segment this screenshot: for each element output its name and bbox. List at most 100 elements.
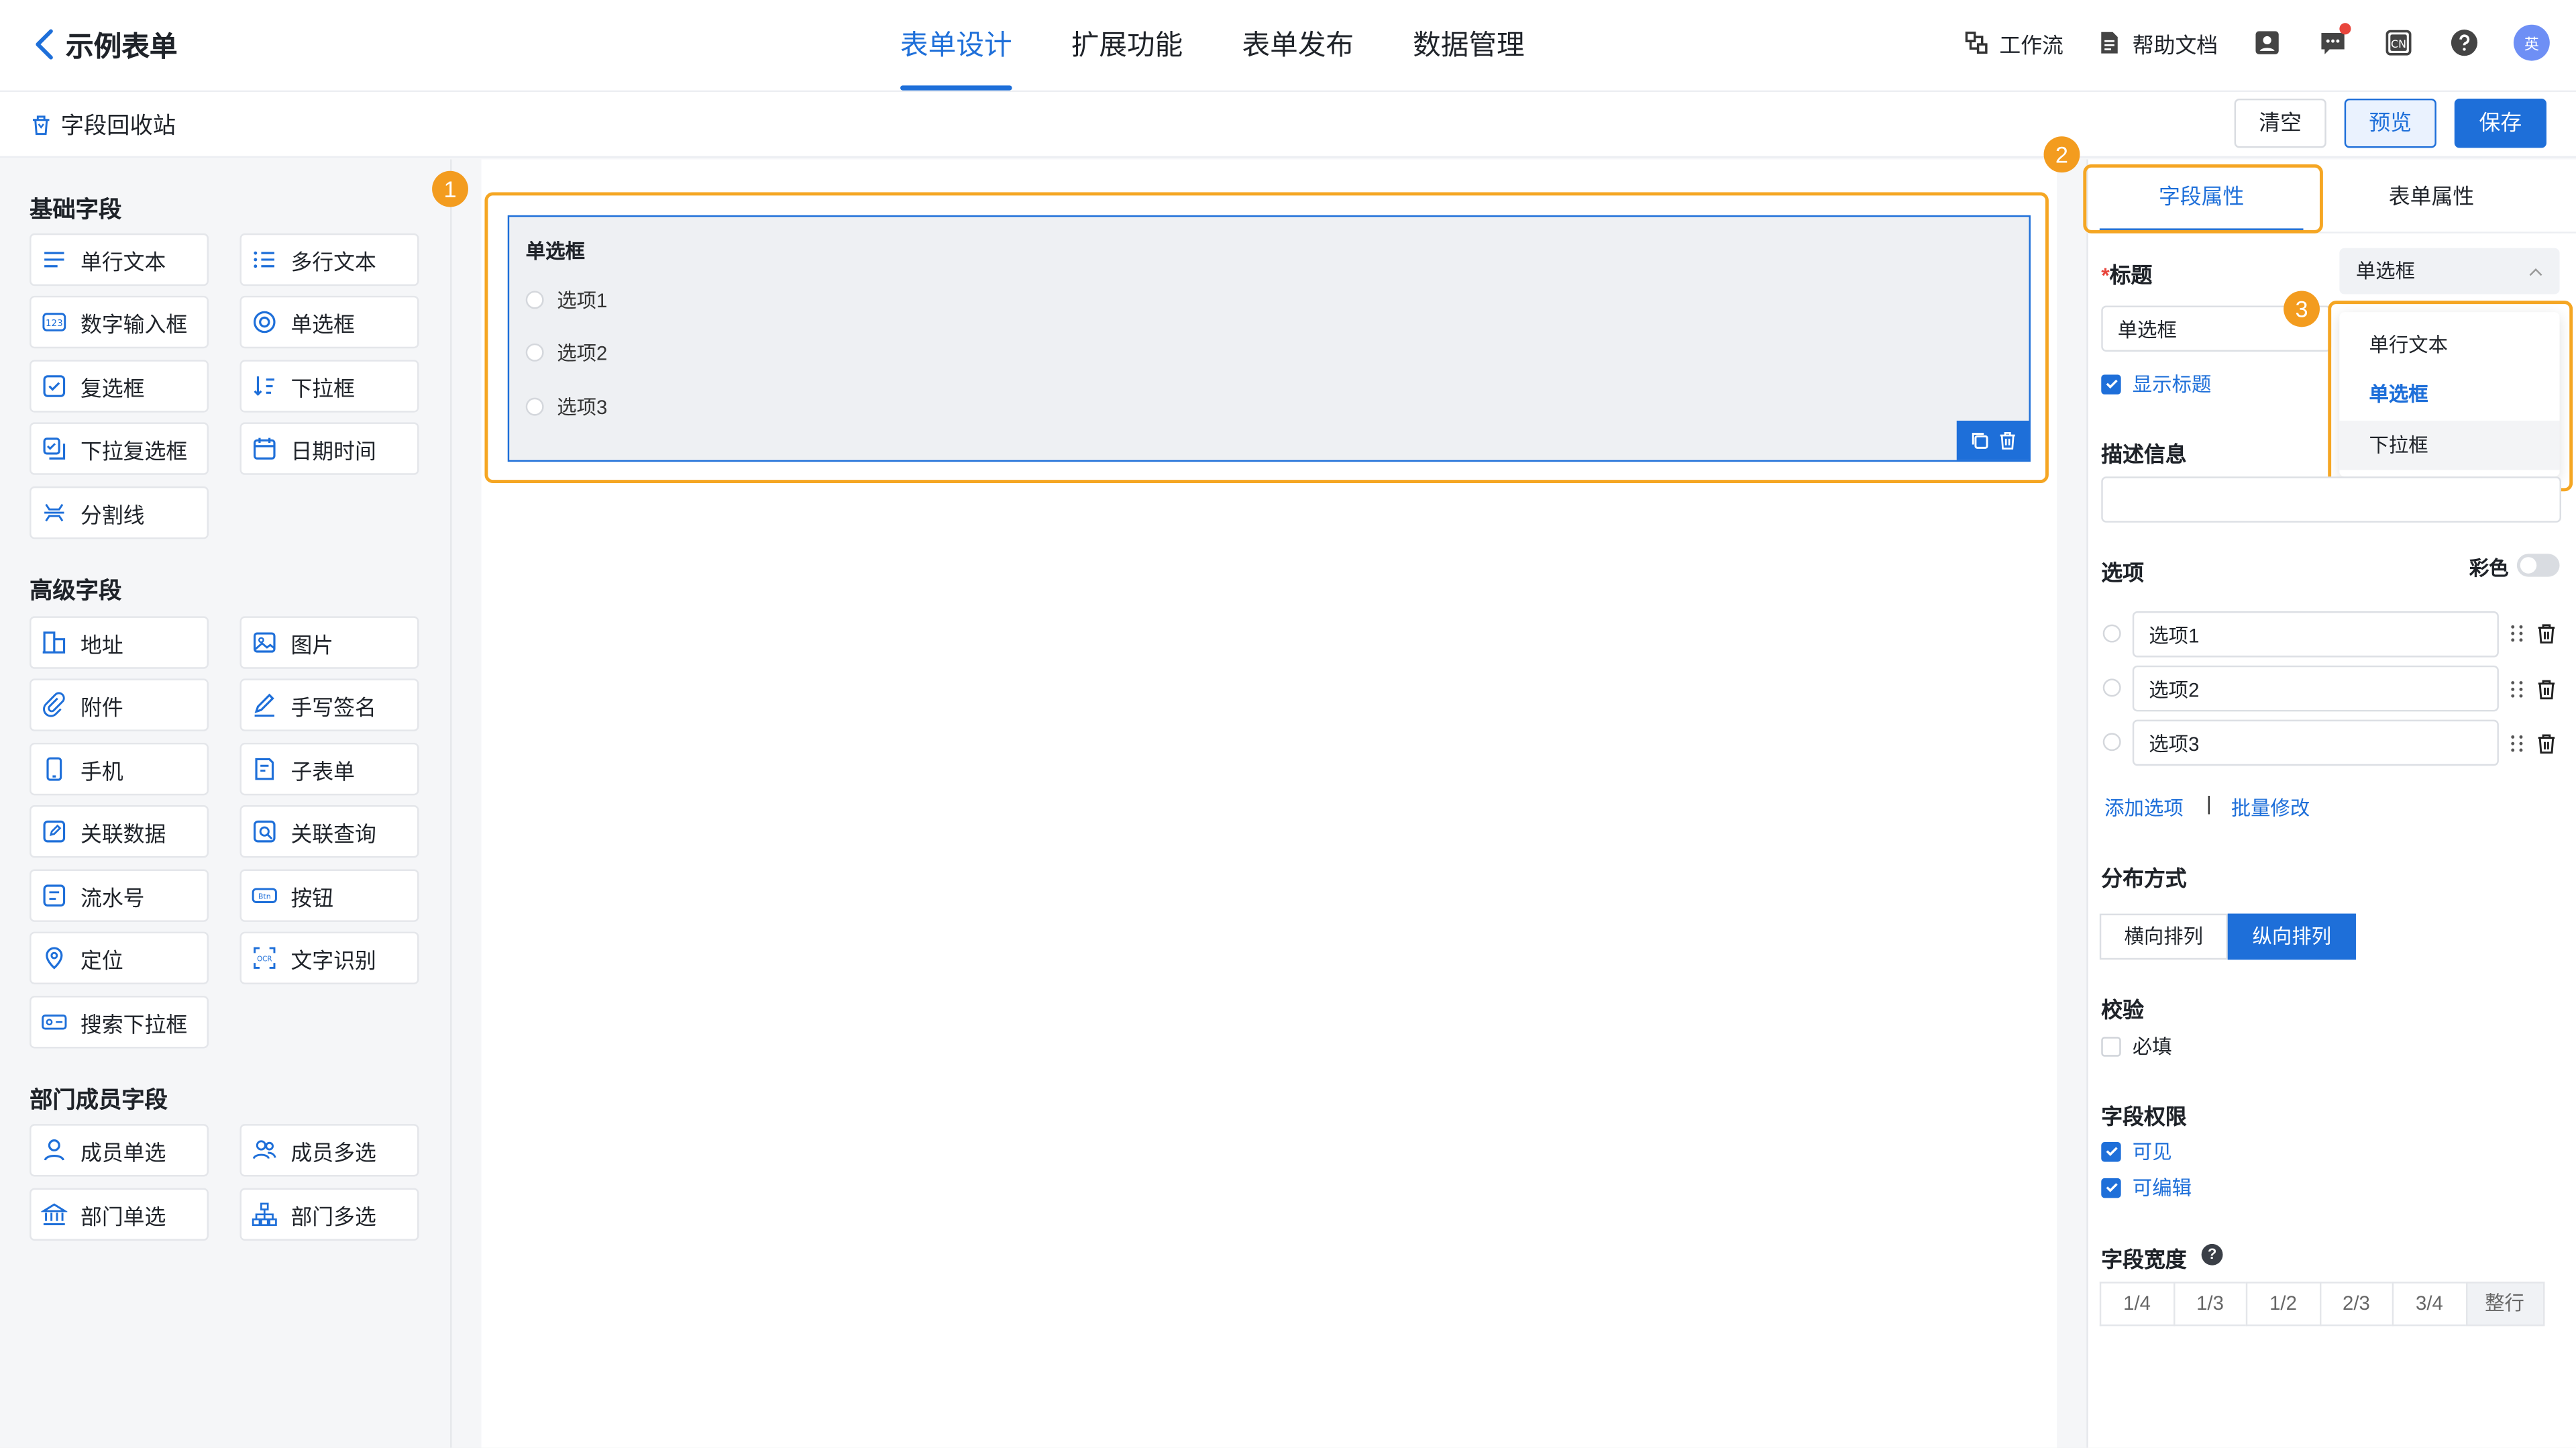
palette-item-linked-query[interactable]: 关联查询 xyxy=(239,805,419,858)
user-avatar[interactable]: 英 xyxy=(2513,24,2550,61)
palette-item-member-single[interactable]: 成员单选 xyxy=(30,1124,209,1177)
trash-icon[interactable] xyxy=(2536,623,2556,644)
palette-item-ocr[interactable]: OCR 文字识别 xyxy=(239,931,419,984)
recycle-label: 字段回收站 xyxy=(60,111,176,138)
option-tools-1 xyxy=(2507,623,2556,644)
linked-search-icon xyxy=(254,820,276,843)
palette-item-search-dropdown[interactable]: 搜索下拉框 xyxy=(30,996,209,1049)
option-input-2[interactable] xyxy=(2132,665,2499,712)
option-radio-2 xyxy=(2102,678,2121,697)
width-option-1-4[interactable]: 1/4 xyxy=(2099,1282,2173,1327)
back-button[interactable]: 示例表单 xyxy=(33,23,177,64)
svg-text:Btn: Btn xyxy=(258,892,271,901)
workflow-link[interactable]: 工作流 xyxy=(1963,27,2063,58)
language-button[interactable]: CN xyxy=(2382,26,2415,59)
preview-button[interactable]: 预览 xyxy=(2344,98,2436,148)
canvas-option-1[interactable]: 选项1 xyxy=(525,286,607,314)
width-option-1-2[interactable]: 1/2 xyxy=(2245,1282,2319,1327)
palette-item-number-input[interactable]: 123 数字输入框 xyxy=(30,295,209,349)
tab-form-properties[interactable]: 表单属性 xyxy=(2316,162,2546,231)
clear-button[interactable]: 清空 xyxy=(2234,98,2326,148)
canvas-option-label: 选项3 xyxy=(557,396,608,419)
checkbox-icon xyxy=(43,375,66,397)
title-label: *标题 xyxy=(2101,258,2152,289)
drag-handle-icon[interactable] xyxy=(2507,678,2526,700)
layout-segmented: 横向排列 纵向排列 xyxy=(2099,913,2356,960)
width-option-1-3[interactable]: 1/3 xyxy=(2172,1282,2246,1327)
drag-handle-icon[interactable] xyxy=(2507,623,2526,644)
width-option-2-3[interactable]: 2/3 xyxy=(2318,1282,2392,1327)
palette-item-member-multi[interactable]: 成员多选 xyxy=(239,1124,419,1177)
field-palette xyxy=(0,159,452,1448)
trash-icon[interactable] xyxy=(2536,733,2556,754)
palette-item-label: 下拉框 xyxy=(290,375,356,401)
tab-extensions[interactable]: 扩展功能 xyxy=(1071,0,1183,92)
canvas-option-3[interactable]: 选项3 xyxy=(525,393,608,421)
palette-item-single-line-text[interactable]: 单行文本 xyxy=(30,233,209,287)
palette-item-linked-data[interactable]: 关联数据 xyxy=(30,805,209,858)
width-option-full[interactable]: 整行 xyxy=(2465,1282,2544,1327)
copy-icon[interactable] xyxy=(1969,431,1988,450)
palette-item-dept-multi[interactable]: 部门多选 xyxy=(239,1188,419,1241)
palette-item-location[interactable]: 定位 xyxy=(30,931,209,984)
palette-item-serial-number[interactable]: 流水号 xyxy=(30,869,209,922)
visible-label: 可见 xyxy=(2132,1140,2172,1163)
selected-field-card[interactable]: 单选框 选项1 选项2 选项3 xyxy=(507,215,2031,462)
width-option-3-4[interactable]: 3/4 xyxy=(2392,1282,2465,1327)
help-icon[interactable]: ? xyxy=(2201,1243,2223,1265)
palette-item-datetime[interactable]: 日期时间 xyxy=(239,422,419,475)
palette-item-address[interactable]: 地址 xyxy=(30,616,209,669)
show-title-checkbox[interactable]: 显示标题 xyxy=(2101,370,2211,398)
messages-button[interactable] xyxy=(2316,23,2351,59)
palette-item-label: 按钮 xyxy=(290,884,334,910)
option-input-3[interactable] xyxy=(2132,719,2499,766)
required-star: * xyxy=(2101,262,2110,288)
workflow-label: 工作流 xyxy=(1999,32,2063,57)
option-input-1[interactable] xyxy=(2132,611,2499,658)
palette-item-label: 关联数据 xyxy=(80,821,166,846)
help-docs-link[interactable]: 帮助文档 xyxy=(2096,27,2218,58)
required-checkbox[interactable]: 必填 xyxy=(2101,1032,2172,1060)
editable-checkbox[interactable]: 可编辑 xyxy=(2101,1174,2192,1202)
contacts-button[interactable] xyxy=(2251,26,2284,59)
description-input[interactable] xyxy=(2101,476,2561,523)
palette-item-attachment[interactable]: 附件 xyxy=(30,678,209,731)
field-recycle-bin[interactable]: 字段回收站 xyxy=(30,109,176,142)
palette-item-dropdown-multi[interactable]: 下拉复选框 xyxy=(30,422,209,475)
colorful-toggle[interactable] xyxy=(2516,554,2560,577)
tab-form-design[interactable]: 表单设计 xyxy=(900,0,1012,92)
member-fields-title: 部门成员字段 xyxy=(30,1086,168,1113)
palette-item-button[interactable]: Btn 按钮 xyxy=(239,869,419,922)
palette-item-multi-line-text[interactable]: 多行文本 xyxy=(239,233,419,287)
palette-item-dept-single[interactable]: 部门单选 xyxy=(30,1188,209,1241)
layout-vertical-button[interactable]: 纵向排列 xyxy=(2227,913,2356,960)
palette-item-subform[interactable]: 子表单 xyxy=(239,742,419,796)
palette-item-signature[interactable]: 手写签名 xyxy=(239,678,419,731)
palette-item-radio[interactable]: 单选框 xyxy=(239,295,419,349)
layout-horizontal-button[interactable]: 横向排列 xyxy=(2099,913,2228,960)
batch-edit-link[interactable]: 批量修改 xyxy=(2231,794,2310,822)
tab-data-management[interactable]: 数据管理 xyxy=(1413,0,1525,92)
palette-item-checkbox[interactable]: 复选框 xyxy=(30,360,209,413)
help-button[interactable] xyxy=(2448,26,2481,59)
palette-item-dropdown[interactable]: 下拉框 xyxy=(239,360,419,413)
palette-item-image[interactable]: 图片 xyxy=(239,616,419,669)
visible-checkbox[interactable]: 可见 xyxy=(2101,1137,2172,1166)
palette-item-divider[interactable]: 分割线 xyxy=(30,486,209,539)
drag-handle-icon[interactable] xyxy=(2507,733,2526,754)
trash-icon[interactable] xyxy=(1997,431,2017,450)
trash-icon[interactable] xyxy=(2536,678,2556,700)
palette-item-label: 图片 xyxy=(290,631,334,657)
users-icon xyxy=(252,1140,276,1159)
palette-item-phone[interactable]: 手机 xyxy=(30,742,209,796)
field-type-select[interactable]: 单选框 xyxy=(2339,248,2560,295)
field-width-label: 字段宽度 xyxy=(2101,1247,2187,1272)
layout-label: 分布方式 xyxy=(2101,866,2187,891)
save-button[interactable]: 保存 xyxy=(2454,98,2546,148)
basic-fields-title: 基础字段 xyxy=(30,195,122,222)
action-bar: 字段回收站 清空 预览 保存 xyxy=(0,92,2576,158)
add-option-link[interactable]: 添加选项 xyxy=(2104,794,2184,822)
canvas-option-2[interactable]: 选项2 xyxy=(525,338,607,366)
tab-form-publish[interactable]: 表单发布 xyxy=(1242,0,1354,92)
sort-down-icon xyxy=(254,376,274,397)
